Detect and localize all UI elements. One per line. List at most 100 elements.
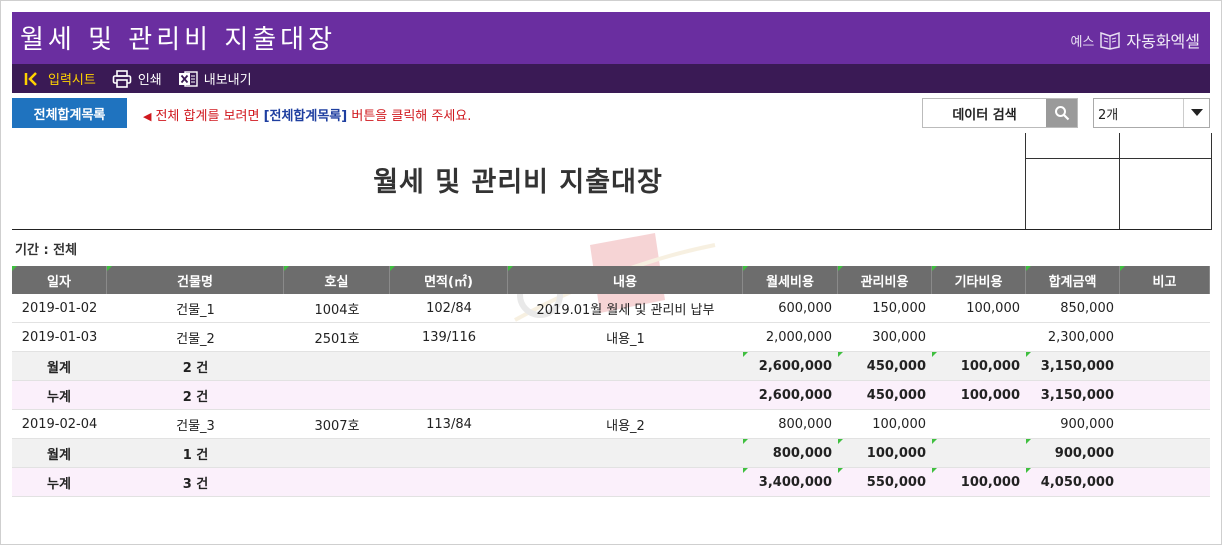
table-row[interactable]: 2019-01-03 건물_2 2501호 139/116 내용_1 2,000… (12, 323, 1210, 352)
back-to-start-icon (24, 71, 37, 86)
toolbar: 입력시트 인쇄 내보내기 (12, 64, 1210, 93)
report-title: 월세 및 관리비 지출대장 (373, 167, 663, 198)
cell-building: 건물_3 (176, 418, 215, 434)
hint-prefix: 전체 합계를 보려면 (155, 109, 260, 124)
header-date: 일자 (12, 266, 107, 294)
approval-cell (1120, 133, 1212, 159)
excel-icon (178, 70, 198, 87)
count-select[interactable]: 2개 (1093, 98, 1210, 128)
cumulative-rent: 3,400,000 (743, 468, 838, 496)
cell-total: 850,000 (1060, 300, 1114, 316)
subtotal-total: 3,150,000 (1026, 352, 1120, 380)
total-list-button[interactable]: 전체합계목록 (12, 98, 127, 128)
cumulative-total: 4,050,000 (1026, 468, 1120, 496)
empty-cell (1120, 352, 1210, 380)
header-building: 건물명 (107, 266, 284, 294)
cell-management: 300,000 (872, 329, 926, 345)
subtotal-total: 900,000 (1026, 439, 1120, 467)
header-rent: 월세비용 (743, 266, 838, 294)
cell-date: 2019-01-02 (21, 300, 98, 316)
subtotal-management: 450,000 (838, 352, 932, 380)
search-label[interactable]: 데이터 검색 (923, 99, 1046, 127)
table-row[interactable]: 2019-01-02 건물_1 1004호 102/84 2019.01월 월세… (12, 294, 1210, 323)
empty-cell (508, 381, 743, 409)
title-bar: 월세 및 관리비 지출대장 예스 자동화엑셀 (12, 12, 1210, 64)
header-note: 비고 (1120, 266, 1210, 294)
empty-cell (508, 468, 743, 496)
cell-area: 139/116 (421, 329, 476, 345)
expense-table: 일자 건물명 호실 면적(㎡) 내용 월세비용 관리비용 기타비용 합계금액 비… (12, 266, 1210, 497)
empty-cell (1120, 439, 1210, 467)
approval-box (1025, 133, 1212, 230)
cell-note (1120, 294, 1210, 322)
count-select-value: 2개 (1098, 107, 1119, 123)
approval-cell (1026, 133, 1120, 159)
empty-cell (508, 439, 743, 467)
subtotal-rent: 2,600,000 (743, 352, 838, 380)
empty-cell (284, 352, 390, 380)
dropdown-arrow[interactable] (1183, 99, 1209, 127)
app-title: 월세 및 관리비 지출대장 (20, 25, 336, 55)
cell-note (1120, 410, 1210, 438)
monthly-subtotal-row: 월계 2 건 2,600,000 450,000 100,000 3,150,0… (12, 352, 1210, 381)
cell-date: 2019-02-04 (21, 416, 98, 432)
header-content: 내용 (508, 266, 743, 294)
header-management: 관리비용 (838, 266, 932, 294)
empty-cell (390, 468, 508, 496)
export-button[interactable]: 내보내기 (178, 64, 252, 93)
subtotal-label: 월계 (47, 360, 71, 376)
print-label: 인쇄 (137, 73, 162, 88)
cumulative-label: 누계 (47, 476, 71, 492)
empty-cell (390, 439, 508, 467)
cell-building: 건물_1 (176, 302, 215, 318)
cumulative-count: 3 건 (182, 476, 209, 492)
cumulative-row: 누계 2 건 2,600,000 450,000 100,000 3,150,0… (12, 381, 1210, 410)
subtotal-other (932, 439, 1026, 467)
cell-rent: 800,000 (778, 416, 832, 432)
subtotal-other: 100,000 (932, 352, 1026, 380)
period-label: 기간 : 전체 (15, 243, 78, 258)
brand-name: 자동화엑셀 (1126, 32, 1200, 51)
cell-area: 113/84 (426, 416, 472, 432)
cell-other (932, 323, 1026, 351)
data-search[interactable]: 데이터 검색 (922, 98, 1078, 128)
empty-cell (284, 468, 390, 496)
cell-room: 2501호 (314, 331, 360, 347)
search-button[interactable] (1046, 99, 1077, 127)
cell-rent: 2,000,000 (765, 329, 832, 345)
header-room: 호실 (284, 266, 390, 294)
table-row[interactable]: 2019-02-04 건물_3 3007호 113/84 내용_2 800,00… (12, 410, 1210, 439)
cell-total: 2,300,000 (1047, 329, 1114, 345)
monthly-subtotal-row: 월계 1 건 800,000 100,000 900,000 (12, 439, 1210, 468)
cell-rent: 600,000 (778, 300, 832, 316)
input-sheet-label: 입력시트 (48, 73, 96, 88)
cell-other (932, 410, 1026, 438)
header-total: 합계금액 (1026, 266, 1120, 294)
cell-building: 건물_2 (176, 331, 215, 347)
hint-text: ◀ 전체 합계를 보려면 [전체합계목록] 버튼을 클릭해 주세요. (143, 105, 471, 124)
empty-cell (390, 352, 508, 380)
cell-area: 102/84 (426, 300, 472, 316)
subtotal-rent: 800,000 (743, 439, 838, 467)
cell-room: 1004호 (314, 302, 360, 318)
cumulative-other: 100,000 (932, 468, 1026, 496)
chevron-down-icon (1190, 109, 1203, 116)
input-sheet-button[interactable]: 입력시트 (22, 64, 96, 93)
brand-book-icon (1100, 31, 1121, 50)
cell-content: 내용_1 (606, 331, 645, 347)
empty-cell (284, 439, 390, 467)
cumulative-total: 3,150,000 (1040, 387, 1114, 403)
cell-date: 2019-01-03 (21, 329, 98, 345)
cell-content: 내용_2 (606, 418, 645, 434)
cumulative-row: 누계 3 건 3,400,000 550,000 100,000 4,050,0… (12, 468, 1210, 497)
subtotal-count: 1 건 (182, 447, 209, 463)
hint-suffix: 버튼을 클릭해 주세요. (351, 109, 472, 124)
print-button[interactable]: 인쇄 (112, 64, 162, 93)
hint-link: [전체합계목록] (263, 109, 348, 124)
empty-cell (1120, 468, 1210, 496)
header-divider (12, 229, 1210, 230)
subtotal-count: 2 건 (182, 360, 209, 376)
brand-logo: 예스 (1070, 34, 1095, 50)
left-arrow-icon: ◀ (143, 110, 152, 123)
cell-room: 3007호 (314, 418, 360, 434)
